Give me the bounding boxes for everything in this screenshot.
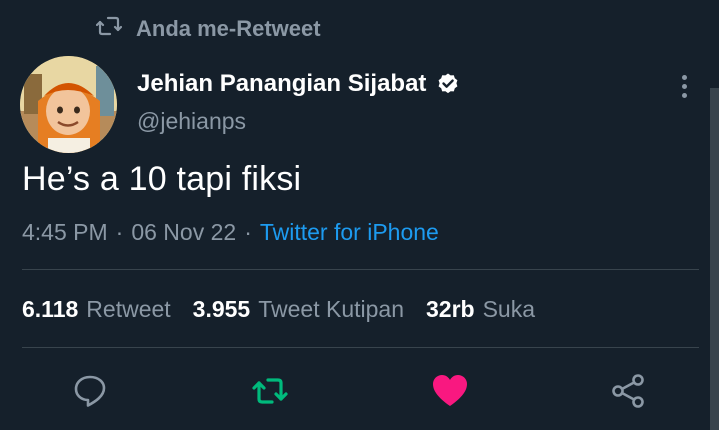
divider [22,347,699,348]
reply-button[interactable] [68,369,112,413]
reply-icon [74,375,106,407]
tweet-detail-screen: Anda me-Retweet Jehian Panangian Sijabat… [0,0,719,430]
stat-value: 3.955 [192,295,251,322]
retweet-context: Anda me-Retweet [95,14,321,44]
meta-separator: · [115,218,124,245]
divider [22,269,699,270]
verified-badge-icon [436,72,460,96]
tweet-time[interactable]: 4:45 PM [22,219,108,246]
tweet-meta: 4:45 PM · 06 Nov 22 · Twitter for iPhone [22,216,439,248]
stat-retweets[interactable]: 6.118 Retweet [22,296,171,323]
tweet-text: He’s a 10 tapi fiksi [22,160,302,198]
retweet-context-label: Anda me-Retweet [136,16,321,41]
stat-value: 32rb [426,295,475,322]
tweet-source-link[interactable]: Twitter for iPhone [260,219,439,246]
retweet-button[interactable] [248,369,292,413]
stat-label: Retweet [86,295,171,322]
stat-likes[interactable]: 32rb Suka [426,296,535,323]
heart-icon [433,375,467,406]
like-button[interactable] [428,369,472,413]
avatar[interactable] [20,56,117,153]
author-handle[interactable]: @jehianps [137,108,246,135]
scrollbar[interactable] [710,88,719,430]
more-dot-icon [681,83,687,89]
share-icon [612,374,644,408]
author-name-row: Jehian Panangian Sijabat [137,66,460,102]
engagement-stats: 6.118 Retweet 3.955 Tweet Kutipan 32rb S… [22,292,535,326]
share-button[interactable] [606,369,650,413]
retweet-context-icon [95,14,123,44]
stat-value: 6.118 [22,295,79,322]
more-dot-icon [681,92,687,98]
stat-label: Suka [482,295,536,322]
more-options-button[interactable] [668,70,700,102]
retweet-icon [252,378,288,404]
more-dot-icon [681,74,687,80]
stat-label: Tweet Kutipan [258,295,404,322]
tweet-date[interactable]: 06 Nov 22 [131,219,236,246]
meta-separator: · [244,218,252,245]
author-name[interactable]: Jehian Panangian Sijabat [137,70,426,98]
stat-quote-tweets[interactable]: 3.955 Tweet Kutipan [193,296,404,323]
